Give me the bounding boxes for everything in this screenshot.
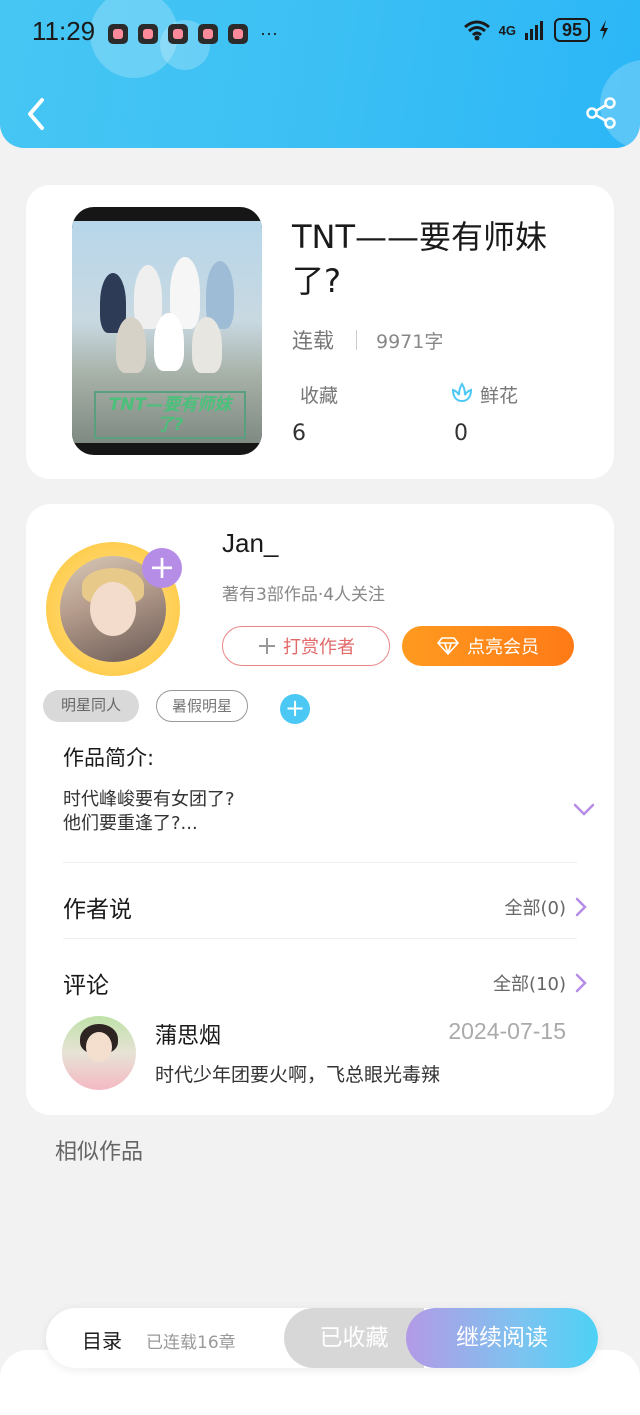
cover-image: TNT—要有师妹了? [72, 221, 262, 443]
comment-date: 2024-07-15 [448, 1018, 566, 1044]
collect-label: 收藏 [300, 385, 339, 407]
reward-author-button[interactable]: 打赏作者 [222, 626, 390, 666]
collect-count: 6 [292, 421, 306, 446]
author-card: + Jan_ 著有3部作品·4人关注 打赏作者 点亮会员 明星同人 暑假明星 +… [26, 504, 614, 1115]
plus-icon [259, 638, 275, 654]
divider [63, 938, 577, 939]
cover-figure [134, 265, 162, 329]
chevron-right-icon [575, 973, 587, 993]
tag-chip[interactable]: 暑假明星 [156, 690, 248, 722]
diamond-icon [437, 637, 459, 655]
status-icons: 4G 95 [463, 18, 610, 42]
cover-figure [116, 317, 146, 373]
cover-title: TNT—要有师妹了? [94, 391, 246, 439]
intro-label: 作品简介: [63, 746, 155, 770]
tag-chip[interactable]: 明星同人 [43, 690, 139, 722]
divider [63, 862, 577, 863]
app-notification-icon [108, 23, 128, 44]
continue-reading-button[interactable]: 继续阅读 [406, 1308, 598, 1368]
book-cover[interactable]: TNT—要有师妹了? [72, 207, 262, 455]
avatar-face [90, 582, 136, 636]
more-notifications: ··· [260, 23, 278, 43]
commenter-avatar[interactable] [62, 1016, 136, 1090]
chevron-right-icon [575, 897, 587, 917]
author-says-title: 作者说 [63, 897, 132, 923]
status-time: 11:29 [32, 16, 96, 46]
app-notification-icon [168, 23, 188, 44]
signal-icon [524, 21, 543, 40]
comments-all-link[interactable]: 全部(10) [493, 970, 588, 996]
add-tag-button[interactable]: + [280, 694, 310, 724]
cover-figure [192, 317, 222, 373]
flower-count: 0 [454, 421, 468, 446]
wifi-icon [463, 20, 490, 41]
word-count: 9971字 [376, 331, 444, 353]
battery-level: 95 [553, 18, 590, 42]
share-icon[interactable] [584, 96, 618, 130]
author-says-all-link[interactable]: 全部(0) [505, 894, 589, 920]
similar-works-title: 相似作品 [55, 1140, 144, 1165]
follow-author-button[interactable]: + [142, 548, 182, 588]
flower-icon [451, 382, 473, 403]
cover-figure [154, 313, 184, 371]
commenter-name: 蒲思烟 [155, 1024, 222, 1049]
comment-text[interactable]: 时代少年团要火啊，飞总眼光毒辣 [155, 1060, 440, 1087]
comments-all-label: 全部(10) [493, 974, 566, 995]
charging-icon [600, 20, 608, 40]
expand-chevron-down-icon[interactable] [572, 802, 596, 818]
book-status: 连载 [292, 329, 334, 353]
app-notification-icon [198, 23, 218, 44]
intro-text: 时代峰峻要有女团了? 他们要重逢了?... [63, 789, 235, 834]
chapter-count[interactable]: 已连载16章 [146, 1328, 236, 1353]
notification-icons: ··· [108, 23, 278, 44]
avatar-face [86, 1032, 112, 1062]
book-info-card: TNT—要有师妹了? TNT——要有师妹了? 连载 9971字 收藏 6 鲜花 … [26, 185, 614, 479]
app-notification-icon [138, 23, 158, 44]
header: 11:29 ··· 4G 95 [0, 0, 640, 148]
network-type: 4G [498, 22, 516, 38]
author-name[interactable]: Jan_ [222, 528, 278, 559]
favorited-button[interactable]: 已收藏 [284, 1308, 424, 1368]
book-title: TNT——要有师妹了? [292, 218, 548, 300]
status-separator [356, 330, 357, 350]
table-of-contents-button[interactable]: 目录 [82, 1325, 122, 1354]
author-says-all-label: 全部(0) [504, 898, 567, 919]
vip-label: 点亮会员 [467, 637, 539, 658]
author-meta: 著有3部作品·4人关注 [222, 585, 386, 605]
flower-label: 鲜花 [480, 385, 519, 407]
vip-button[interactable]: 点亮会员 [402, 626, 574, 666]
reward-author-label: 打赏作者 [283, 637, 355, 658]
comments-title: 评论 [63, 973, 109, 999]
app-notification-icon [228, 23, 248, 44]
bottom-action-bar: 目录 已连载16章 已收藏 继续阅读 [46, 1308, 598, 1368]
back-icon[interactable] [22, 94, 52, 134]
